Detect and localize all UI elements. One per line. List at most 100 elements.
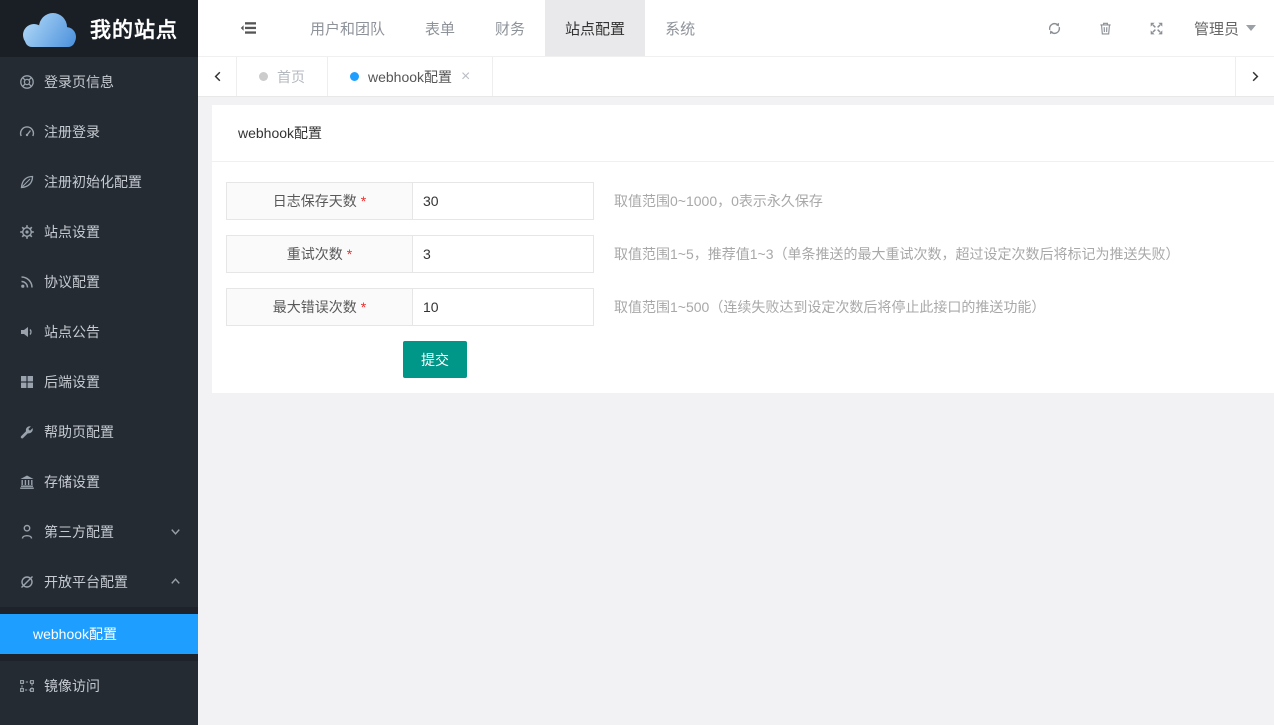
tab-bar: 首页 webhook配置 × (198, 57, 1274, 97)
sidebar-item-register-login[interactable]: 注册登录 (0, 107, 198, 157)
sidebar-item-protocol-config[interactable]: 协议配置 (0, 257, 198, 307)
sidebar-collapse-button[interactable] (240, 20, 258, 36)
caret-down-icon (1246, 25, 1256, 31)
submit-button[interactable]: 提交 (403, 341, 467, 378)
cloud-logo-icon (16, 9, 80, 49)
max-errors-label: 最大错误次数 * (226, 288, 413, 326)
nav-item-finance[interactable]: 财务 (475, 0, 545, 56)
header: 用户和团队 表单 财务 站点配置 系统 (198, 0, 1274, 57)
sidebar-item-label: 帮助页配置 (44, 422, 114, 442)
log-retention-label: 日志保存天数 * (226, 182, 413, 220)
form-row-max-errors: 最大错误次数 * 取值范围1~500（连续失败达到设定次数后将停止此接口的推送功… (226, 288, 1274, 326)
log-retention-hint: 取值范围0~1000，0表示永久保存 (614, 191, 823, 211)
sidebar-item-label: 协议配置 (44, 272, 100, 292)
site-title: 我的站点 (90, 14, 178, 44)
grid-icon (19, 374, 35, 390)
tab-label: 首页 (277, 67, 305, 87)
nav-item-forms[interactable]: 表单 (405, 0, 475, 56)
life-ring-icon (19, 74, 35, 90)
person-icon (19, 524, 35, 540)
refresh-button[interactable] (1029, 21, 1080, 36)
trash-icon (1098, 21, 1113, 36)
sidebar-item-register-init-config[interactable]: 注册初始化配置 (0, 157, 198, 207)
nav-item-label: 站点配置 (565, 18, 625, 39)
sidebar-item-label: 第三方配置 (44, 522, 114, 542)
fullscreen-button[interactable] (1131, 21, 1182, 36)
field-label-text: 重试次数 (287, 244, 343, 264)
retry-count-input[interactable] (412, 235, 594, 273)
sidebar-item-webhook-config[interactable]: webhook配置 (0, 614, 198, 654)
top-nav: 用户和团队 表单 财务 站点配置 系统 (290, 0, 715, 56)
nav-item-users-teams[interactable]: 用户和团队 (290, 0, 405, 56)
nav-item-label: 用户和团队 (310, 18, 385, 39)
slash-circle-icon (19, 574, 35, 590)
sidebar-item-storage-settings[interactable]: 存储设置 (0, 457, 198, 507)
tabs-scroll-right-button[interactable] (1235, 57, 1274, 96)
sidebar-submenu: webhook配置 (0, 607, 198, 661)
sidebar-item-label: 注册初始化配置 (44, 172, 142, 192)
card-title: webhook配置 (212, 105, 1274, 162)
sidebar-item-third-party-config[interactable]: 第三方配置 (0, 507, 198, 557)
tab-status-dot (350, 72, 359, 81)
retry-count-label: 重试次数 * (226, 235, 413, 273)
sidebar-item-label: 站点设置 (44, 222, 100, 242)
webhook-config-card: webhook配置 日志保存天数 * 取值范围0~1000，0表示永久保存 重试… (212, 105, 1274, 393)
sidebar-item-label: 镜像访问 (44, 676, 100, 696)
sidebar-item-label: webhook配置 (33, 624, 117, 644)
header-actions: 管理员 (1029, 18, 1274, 39)
sidebar-item-login-page-info[interactable]: 登录页信息 (0, 57, 198, 107)
required-mark: * (347, 246, 352, 262)
retry-count-hint: 取值范围1~5，推荐值1~3（单条推送的最大重试次数，超过设定次数后将标记为推送… (614, 244, 1180, 264)
nav-item-system[interactable]: 系统 (645, 0, 715, 56)
fullscreen-icon (1149, 21, 1164, 36)
chevron-up-icon (168, 574, 183, 589)
sidebar-item-label: 登录页信息 (44, 72, 114, 92)
tab-webhook-config[interactable]: webhook配置 × (328, 57, 493, 96)
gauge-icon (19, 124, 35, 140)
sidebar: 我的站点 登录页信息 注册登录 注册初始化配置 站点设置 (0, 0, 198, 725)
max-errors-hint: 取值范围1~500（连续失败达到设定次数后将停止此接口的推送功能） (614, 297, 1045, 317)
chevron-right-icon (1249, 69, 1262, 84)
log-retention-input[interactable] (412, 182, 594, 220)
submit-row: 提交 (403, 341, 1274, 378)
chevron-left-icon (211, 69, 224, 84)
tab-home[interactable]: 首页 (237, 57, 328, 96)
sidebar-item-open-platform-config[interactable]: 开放平台配置 (0, 557, 198, 607)
gear-icon (19, 224, 35, 240)
sidebar-item-label: 注册登录 (44, 122, 100, 142)
required-mark: * (361, 299, 366, 315)
admin-label: 管理员 (1194, 18, 1239, 39)
refresh-icon (1047, 21, 1062, 36)
form-row-log-retention: 日志保存天数 * 取值范围0~1000，0表示永久保存 (226, 182, 1274, 220)
content-area: webhook配置 日志保存天数 * 取值范围0~1000，0表示永久保存 重试… (198, 97, 1274, 725)
sidebar-item-mirror-access[interactable]: 镜像访问 (0, 661, 198, 711)
bank-icon (19, 474, 35, 490)
max-errors-input[interactable] (412, 288, 594, 326)
tab-close-icon[interactable]: × (461, 69, 470, 85)
sidebar-item-backend-settings[interactable]: 后端设置 (0, 357, 198, 407)
app-root: 我的站点 登录页信息 注册登录 注册初始化配置 站点设置 (0, 0, 1274, 725)
field-label-text: 日志保存天数 (273, 191, 357, 211)
field-label-text: 最大错误次数 (273, 297, 357, 317)
form-row-retry-count: 重试次数 * 取值范围1~5，推荐值1~3（单条推送的最大重试次数，超过设定次数… (226, 235, 1274, 273)
sidebar-item-label: 存储设置 (44, 472, 100, 492)
tabs-scroll-left-button[interactable] (198, 57, 237, 96)
rss-icon (19, 274, 35, 290)
sidebar-item-label: 开放平台配置 (44, 572, 128, 592)
sidebar-item-site-settings[interactable]: 站点设置 (0, 207, 198, 257)
nav-item-site-config[interactable]: 站点配置 (545, 0, 645, 56)
sidebar-item-site-announcement[interactable]: 站点公告 (0, 307, 198, 357)
logo: 我的站点 (0, 0, 198, 57)
clear-cache-button[interactable] (1080, 21, 1131, 36)
nav-item-label: 财务 (495, 18, 525, 39)
sidebar-item-help-page-config[interactable]: 帮助页配置 (0, 407, 198, 457)
required-mark: * (361, 193, 366, 209)
tab-status-dot (259, 72, 268, 81)
webhook-config-form: 日志保存天数 * 取值范围0~1000，0表示永久保存 重试次数 * 取值范围1… (212, 162, 1274, 378)
chevron-down-icon (168, 524, 183, 539)
tab-label: webhook配置 (368, 67, 452, 87)
nav-item-label: 表单 (425, 18, 455, 39)
wrench-icon (19, 424, 35, 440)
leaf-icon (19, 174, 35, 190)
admin-dropdown[interactable]: 管理员 (1194, 18, 1256, 39)
